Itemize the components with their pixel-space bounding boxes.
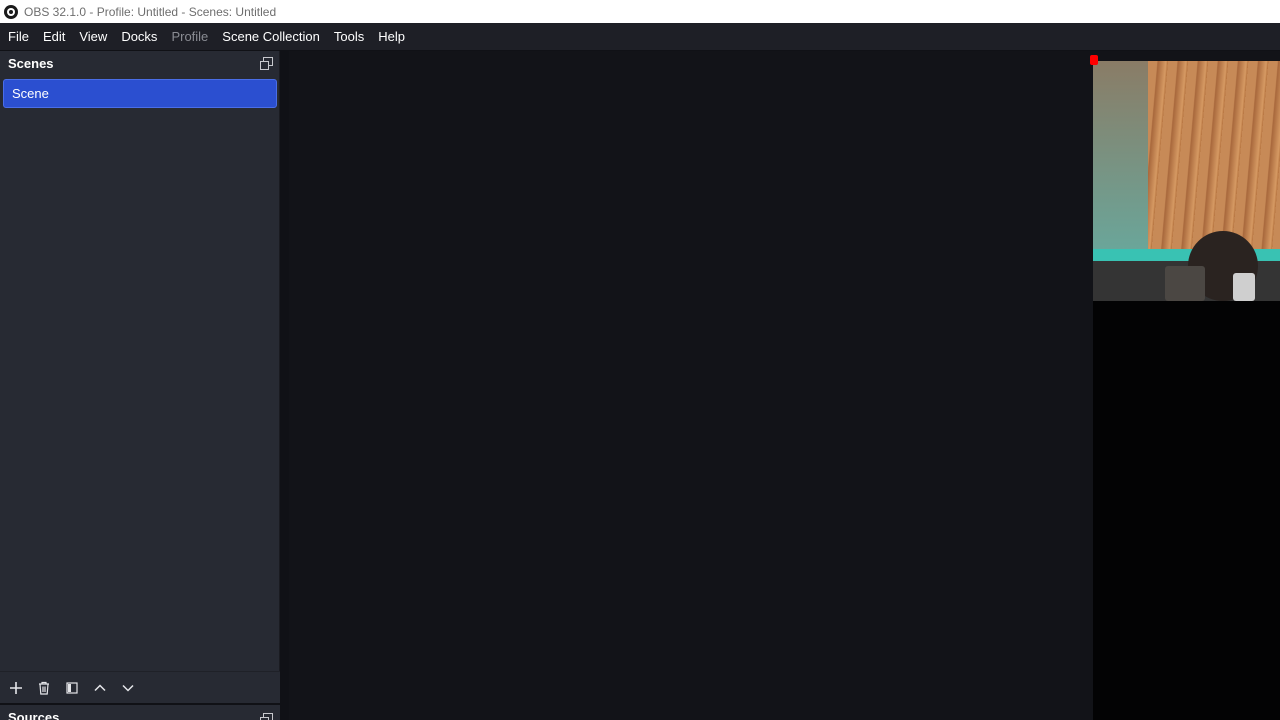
camera-floor bbox=[1148, 61, 1280, 251]
menu-scene-collection[interactable]: Scene Collection bbox=[215, 23, 327, 50]
program-canvas[interactable] bbox=[1093, 61, 1280, 720]
move-scene-down-button[interactable] bbox=[114, 674, 142, 702]
menu-file[interactable]: File bbox=[1, 23, 36, 50]
scene-filters-button[interactable] bbox=[58, 674, 86, 702]
window-title: OBS 32.1.0 - Profile: Untitled - Scenes:… bbox=[24, 4, 277, 19]
trash-icon bbox=[39, 681, 49, 695]
camera-wall bbox=[1093, 61, 1153, 251]
undock-icon[interactable] bbox=[260, 57, 273, 70]
scenes-dock-title: Scenes bbox=[8, 55, 54, 71]
remove-scene-button[interactable] bbox=[30, 674, 58, 702]
scenes-toolbar bbox=[0, 671, 280, 703]
sources-dock-title: Sources bbox=[8, 710, 60, 720]
chevron-down-icon bbox=[122, 684, 134, 692]
menu-tools[interactable]: Tools bbox=[327, 23, 371, 50]
video-capture-source[interactable] bbox=[1093, 61, 1280, 301]
scene-list: Scene bbox=[3, 79, 278, 108]
obs-logo-icon bbox=[4, 4, 18, 19]
undock-icon[interactable] bbox=[260, 713, 273, 720]
add-scene-button[interactable] bbox=[2, 674, 30, 702]
menu-profile[interactable]: Profile bbox=[164, 23, 215, 50]
camera-bottle bbox=[1233, 273, 1255, 301]
scenes-dock: Scenes Scene bbox=[0, 51, 280, 703]
menu-help[interactable]: Help bbox=[371, 23, 412, 50]
filter-icon bbox=[66, 681, 78, 694]
scenes-dock-header: Scenes bbox=[0, 51, 280, 75]
transform-handle[interactable] bbox=[1090, 55, 1098, 65]
title-bar: OBS 32.1.0 - Profile: Untitled - Scenes:… bbox=[0, 0, 1280, 23]
menu-view[interactable]: View bbox=[72, 23, 114, 50]
sources-dock: Sources bbox=[0, 705, 280, 720]
move-scene-up-button[interactable] bbox=[86, 674, 114, 702]
scene-list-item[interactable]: Scene bbox=[3, 79, 277, 108]
menu-docks[interactable]: Docks bbox=[114, 23, 164, 50]
camera-cup bbox=[1165, 266, 1205, 301]
menu-edit[interactable]: Edit bbox=[36, 23, 72, 50]
menu-bar: File Edit View Docks Profile Scene Colle… bbox=[0, 23, 1280, 50]
chevron-up-icon bbox=[94, 683, 106, 691]
plus-icon bbox=[10, 681, 22, 694]
